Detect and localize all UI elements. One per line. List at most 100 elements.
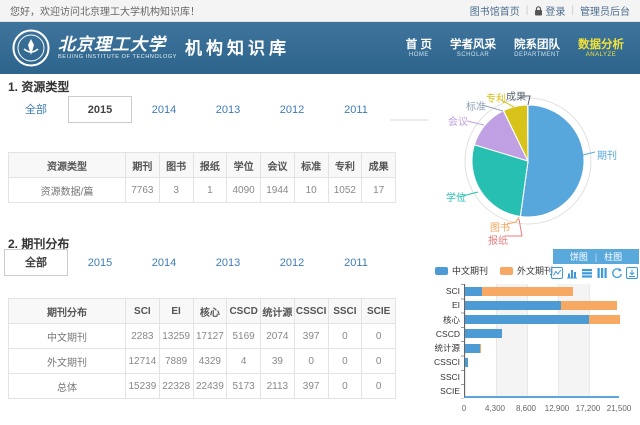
- stacked-bar: [465, 301, 617, 310]
- x-axis-label: 8,600: [516, 404, 536, 413]
- category-label: SCI: [430, 284, 460, 298]
- toolbox-bar-chart-icon[interactable]: [566, 267, 578, 279]
- switch-separator: |: [595, 252, 597, 262]
- table-row: 外文期刊1271478894329439000: [9, 349, 396, 374]
- table-cell: 2283: [126, 324, 160, 349]
- tab-2015[interactable]: 2015: [68, 96, 132, 123]
- table-header-cell: 会议: [261, 153, 295, 178]
- login-link[interactable]: 登录: [534, 3, 565, 18]
- tab-2012[interactable]: 2012: [260, 96, 324, 123]
- toolbox-line-chart-icon[interactable]: [551, 267, 563, 279]
- toolbox-stack-icon[interactable]: [581, 267, 593, 279]
- table-cell: 39: [261, 349, 295, 374]
- table-cell: 397: [294, 324, 328, 349]
- table-header-cell: 专利: [328, 153, 362, 178]
- table-row: 资源数据/篇7763314090194410105217: [9, 178, 396, 203]
- library-home-link[interactable]: 图书馆首页: [470, 3, 520, 18]
- category-label: 核心: [430, 313, 460, 327]
- pie-label-3: 学位: [446, 189, 466, 204]
- table-cell: 7889: [159, 349, 193, 374]
- page: 您好，欢迎访问北京理工大学机构知识库！ 图书馆首页|登录|管理员后台 北京理工大…: [0, 0, 640, 425]
- bar-segment-fn[interactable]: [482, 287, 574, 296]
- tab-2013[interactable]: 2013: [196, 96, 260, 123]
- bar-row: [465, 284, 619, 298]
- x-axis-label: 17,200: [576, 404, 600, 413]
- admin-link[interactable]: 管理员后台: [580, 3, 630, 18]
- pie-slice-0[interactable]: [520, 105, 584, 217]
- row-label-cell: 总体: [9, 374, 126, 399]
- stacked-bar: [465, 315, 620, 324]
- nav-item-analyze[interactable]: 数据分析ANALYZE: [578, 39, 624, 58]
- table-header-cell: 标准: [294, 153, 328, 178]
- stacked-bar: [465, 287, 573, 296]
- resource-year-tabs: 全部20152014201320122011: [4, 96, 388, 123]
- bar-segment-cn[interactable]: [465, 329, 502, 338]
- lock-icon: [534, 6, 543, 16]
- nav-item-sublabel: SCHOLAR: [450, 52, 496, 58]
- bar-segment-fn[interactable]: [561, 301, 618, 310]
- journal-table: 期刊分布SCIEI核心CSCD统计源CSSCISSCISCIE中文期刊22831…: [8, 298, 396, 399]
- legend-item-fn[interactable]: 外文期刊: [500, 264, 553, 277]
- row-label-cell: 中文期刊: [9, 324, 126, 349]
- tab-all[interactable]: 全部: [4, 249, 68, 276]
- bar-segment-cn[interactable]: [465, 315, 589, 324]
- tab-2011[interactable]: 2011: [324, 249, 388, 276]
- nav-item-department[interactable]: 院系团队DEPARTMENT: [514, 39, 560, 58]
- table-cell: 2074: [261, 324, 295, 349]
- pie-label-line-0: [583, 152, 595, 155]
- x-axis-label: 12,900: [545, 404, 569, 413]
- table-cell: 4090: [227, 178, 261, 203]
- tab-2015[interactable]: 2015: [68, 249, 132, 276]
- tab-2014[interactable]: 2014: [132, 249, 196, 276]
- bar-segment-cn[interactable]: [465, 301, 561, 310]
- category-label: CSCD: [430, 327, 460, 341]
- bar-segment-cn[interactable]: [465, 287, 482, 296]
- table-header-cell: CSCD: [227, 299, 261, 324]
- bar-row: [465, 370, 619, 384]
- row-label-cell: 资源数据/篇: [9, 178, 126, 203]
- nav-item-scholar[interactable]: 学者风采SCHOLAR: [450, 39, 496, 58]
- tab-2013[interactable]: 2013: [196, 249, 260, 276]
- table-header-cell: EI: [159, 299, 193, 324]
- bar-switch-button[interactable]: 柱图: [604, 250, 622, 263]
- toolbox-save-icon[interactable]: [626, 267, 638, 279]
- stacked-bar: [465, 344, 480, 353]
- x-axis-labels: 04,3008,60012,90017,20021,500: [464, 404, 619, 416]
- table-cell: 2113: [261, 374, 295, 399]
- chart-toolbox: [551, 267, 638, 279]
- university-logo-icon: [12, 29, 50, 67]
- toolbox-restore-icon[interactable]: [611, 267, 623, 279]
- category-label: SSCI: [430, 370, 460, 384]
- legend-swatch: [435, 267, 448, 275]
- bar-segment-fn[interactable]: [589, 315, 620, 324]
- nav-item-home[interactable]: 首 页HOME: [406, 39, 432, 58]
- nav-item-label: 首 页: [406, 39, 432, 52]
- pie-switch-button[interactable]: 饼图: [570, 250, 588, 263]
- table-cell: 1944: [261, 178, 295, 203]
- category-label: SCIE: [430, 384, 460, 398]
- pie-chart-svg: [390, 75, 640, 265]
- resource-table: 资源类型期刊图书报纸学位会议标准专利成果资源数据/篇77633140901944…: [8, 152, 396, 203]
- tab-2011[interactable]: 2011: [324, 96, 388, 123]
- pie-label-line-4: [467, 121, 484, 125]
- bar-segment-cn[interactable]: [465, 358, 468, 367]
- chart-type-switch: 饼图 | 柱图: [553, 249, 639, 264]
- table-header-cell: 期刊分布: [9, 299, 126, 324]
- tab-2012[interactable]: 2012: [260, 249, 324, 276]
- stacked-bar: [465, 329, 502, 338]
- table-cell: 1: [193, 178, 227, 203]
- bar-row: [465, 327, 619, 341]
- bar-row: [465, 298, 619, 312]
- tab-2014[interactable]: 2014: [132, 96, 196, 123]
- bar-row: [465, 341, 619, 355]
- table-cell: 0: [328, 324, 362, 349]
- bar-segment-cn[interactable]: [465, 344, 480, 353]
- toolbox-tiled-icon[interactable]: [596, 267, 608, 279]
- bar-plot-area: [464, 284, 619, 398]
- legend-item-cn[interactable]: 中文期刊: [435, 264, 488, 277]
- category-label: EI: [430, 298, 460, 312]
- pie-label-6: 专利: [486, 90, 506, 105]
- x-axis-label: 0: [462, 404, 466, 413]
- table-cell: 0: [294, 349, 328, 374]
- tab-all[interactable]: 全部: [4, 96, 68, 123]
